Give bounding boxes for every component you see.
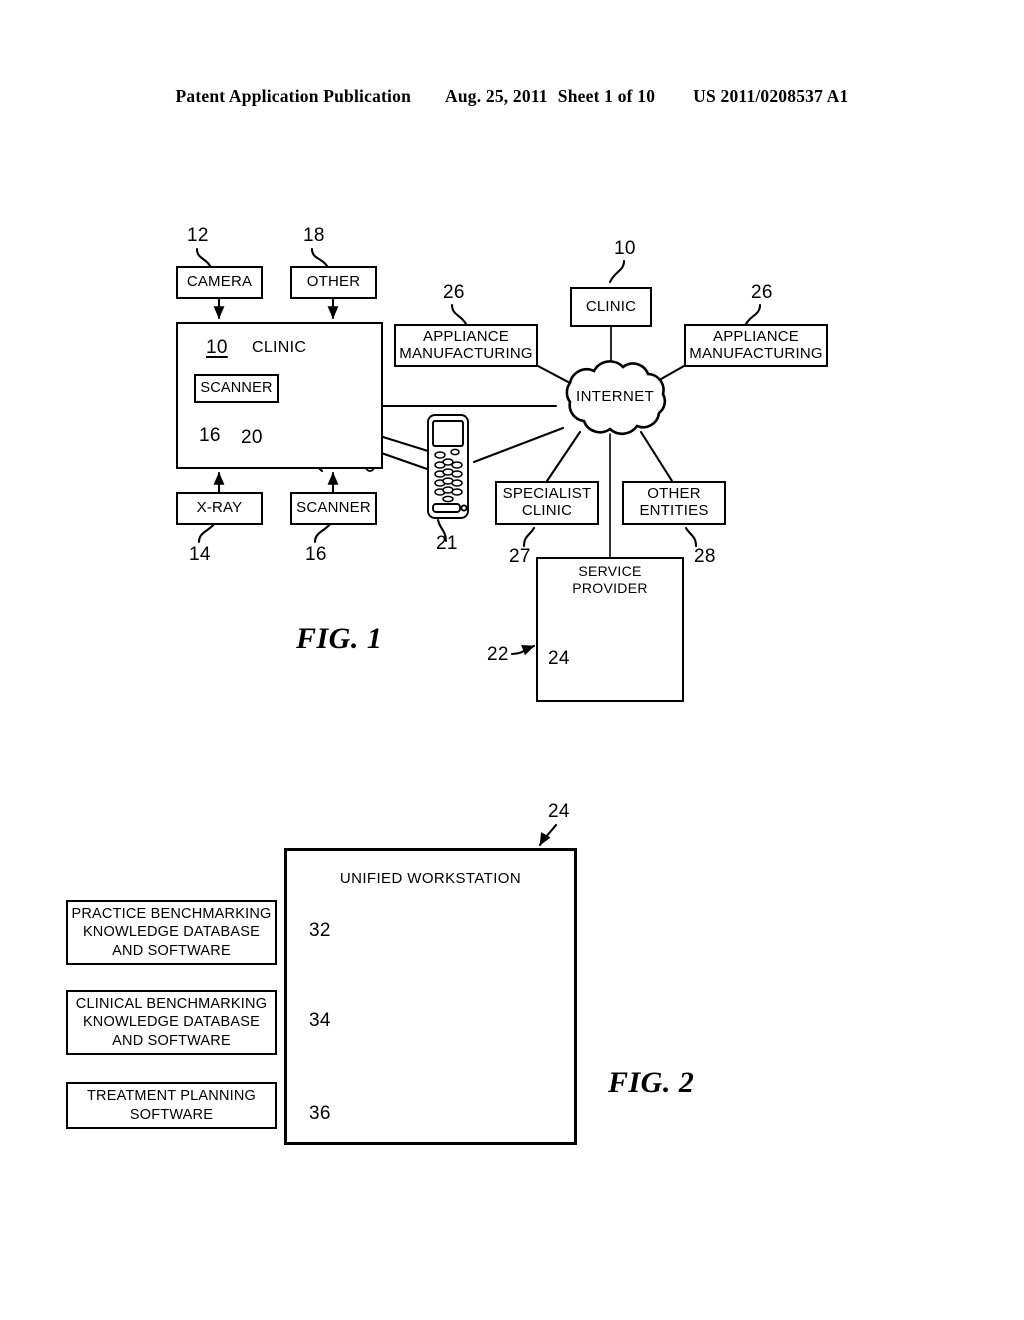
box-other-entities-line2: ENTITIES [639,502,709,519]
box-clinic-remote-label: CLINIC [585,297,637,315]
treatment-planning-line1: TREATMENT PLANNING [86,1088,257,1105]
ref-27: 27 [509,546,531,567]
label-clinic-local: CLINIC [252,339,307,356]
service-provider-line2: PROVIDER [572,579,648,596]
ref-16-inner: 16 [199,425,221,446]
box-clinic-remote[interactable]: CLINIC [570,287,652,327]
figure2-caption: FIG. 2 [608,1066,695,1099]
box-appliance-right-line1: APPLIANCE [713,327,799,345]
box-xray[interactable]: X-RAY [176,492,263,525]
box-other-entities-line1: OTHER [647,485,701,503]
mobile-phone [427,414,469,519]
box-treatment-planning[interactable]: TREATMENT PLANNING SOFTWARE [66,1082,277,1129]
ref-21: 21 [436,533,458,554]
box-scanner-inner[interactable]: SCANNER [194,374,279,403]
ref-28: 28 [694,546,716,567]
leader-26-left [450,303,468,326]
box-appliance-right-line2: MANUFACTURING [689,344,823,362]
box-specialist-clinic-line2: CLINIC [521,502,573,519]
ref-34: 34 [309,1010,331,1031]
box-appliance-manufacturing-left[interactable]: APPLIANCE MANUFACTURING [394,324,538,367]
box-unified-workstation[interactable]: UNIFIED WORKSTATION [284,848,577,1145]
leader-24-fig2 [538,823,558,847]
box-specialist-clinic[interactable]: SPECIALIST CLINIC [495,481,599,525]
box-specialist-clinic-line1: SPECIALIST [502,485,592,503]
box-other[interactable]: OTHER [290,266,377,299]
clinical-benchmarking-line1: CLINICAL BENCHMARKING [75,996,268,1013]
box-other-entities[interactable]: OTHER ENTITIES [622,481,726,525]
link-other-entities-to-internet [639,430,674,483]
box-service-provider-title: SERVICE PROVIDER [538,563,682,597]
ref-36: 36 [309,1103,331,1124]
practice-benchmarking-line3: AND SOFTWARE [112,942,231,959]
treatment-planning-line2: SOFTWARE [129,1106,214,1123]
box-other-label: OTHER [306,273,361,291]
box-appliance-left-line1: APPLIANCE [423,327,509,345]
practice-benchmarking-line1: PRACTICE BENCHMARKING [71,906,272,923]
label-internet: INTERNET [576,388,655,405]
header-sheet: Sheet 1 of 10 [557,86,656,106]
box-camera-label: CAMERA [186,273,253,291]
leader-16-bottom [313,522,332,544]
page-header: Patent Application Publication Aug. 25, 2… [0,86,1024,107]
ref-32: 32 [309,920,331,941]
leader-12 [195,247,212,268]
box-xray-label: X-RAY [196,499,243,517]
ref-16-bottom: 16 [305,544,327,565]
link-appliance-left-to-internet [536,364,572,385]
box-camera[interactable]: CAMERA [176,266,263,299]
ref-clinic-local: 10 [206,337,228,358]
ref-26-left: 26 [443,282,465,303]
link-specialist-to-internet [545,430,582,483]
leader-18 [310,247,329,268]
leader-27 [522,526,536,548]
box-scanner-bottom[interactable]: SCANNER [290,492,377,525]
ref-18: 18 [303,225,325,246]
link-mobile-to-internet [472,426,565,464]
ref-22: 22 [487,644,509,665]
ref-26-right: 26 [751,282,773,303]
ref-12: 12 [187,225,209,246]
box-scanner-bottom-label: SCANNER [296,499,371,517]
unified-workstation-title: UNIFIED WORKSTATION [339,870,522,887]
link-appliance-right-to-internet [652,364,686,385]
leader-26-right [744,303,762,326]
clinical-benchmarking-line3: AND SOFTWARE [112,1032,231,1049]
ref-14: 14 [189,544,211,565]
box-clinical-benchmarking[interactable]: CLINICAL BENCHMARKING KNOWLEDGE DATABASE… [66,990,277,1055]
leader-28 [684,526,698,548]
figure1-caption: FIG. 1 [296,622,383,655]
ref-24-fig2: 24 [548,801,570,822]
leader-22 [510,644,536,656]
box-service-provider[interactable]: SERVICE PROVIDER [536,557,684,702]
leader-14 [197,522,216,544]
header-patent-number: US 2011/0208537 A1 [693,86,849,106]
ref-20: 20 [241,427,263,448]
ref-10-remote: 10 [614,238,636,259]
header-publication: Patent Application Publication [175,86,411,106]
clinical-benchmarking-line2: KNOWLEDGE DATABASE [82,1014,261,1031]
box-practice-benchmarking[interactable]: PRACTICE BENCHMARKING KNOWLEDGE DATABASE… [66,900,277,965]
service-provider-line1: SERVICE [578,563,642,579]
link-clinic-edge-to-mobile [381,435,430,453]
box-scanner-inner-label: SCANNER [200,380,273,397]
header-date: Aug. 25, 2011 [445,86,548,106]
ref-24-sp: 24 [548,648,570,669]
leader-10-remote [608,259,626,284]
box-appliance-manufacturing-right[interactable]: APPLIANCE MANUFACTURING [684,324,828,367]
practice-benchmarking-line2: KNOWLEDGE DATABASE [82,924,261,941]
box-appliance-left-line2: MANUFACTURING [399,344,533,362]
